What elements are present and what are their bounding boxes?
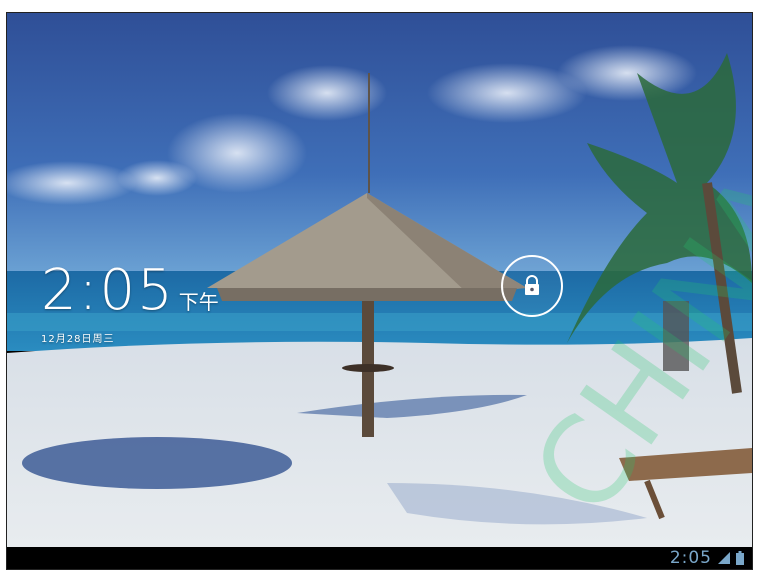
- status-time: 2:05: [669, 548, 712, 568]
- system-status-bar: 2:05: [7, 547, 752, 569]
- clock-time: 2:05: [41, 258, 175, 323]
- lockscreen-date: 12月28日周三: [41, 334, 115, 345]
- lock-icon: [525, 275, 539, 295]
- battery-icon: [736, 551, 744, 565]
- signal-icon: [718, 552, 730, 564]
- unlock-button[interactable]: [501, 255, 563, 317]
- clock-ampm: 下午: [178, 290, 219, 314]
- lockscreen-clock: 2:05 下午: [41, 263, 219, 319]
- device-frame: CHINA 2:05 下午 12月28日周三 2:05: [6, 12, 753, 570]
- lock-screen[interactable]: CHINA 2:05 下午 12月28日周三: [7, 13, 752, 547]
